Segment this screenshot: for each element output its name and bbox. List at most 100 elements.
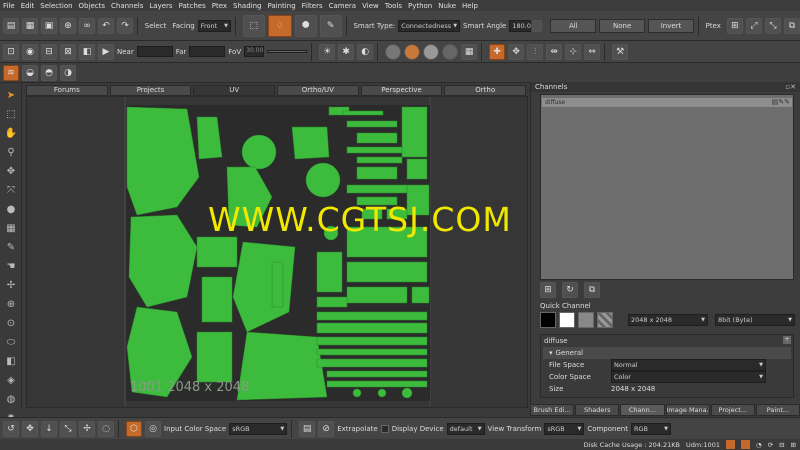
mask-icon[interactable]: ⬡ <box>126 420 142 437</box>
fill-icon[interactable]: ◈ <box>4 373 18 387</box>
pointer-icon[interactable]: ➤ <box>4 88 18 102</box>
align-icon[interactable]: ⫶ <box>527 43 544 60</box>
move-bottom-icon[interactable]: ✥ <box>22 420 38 437</box>
camera-bookmark-icon[interactable]: ▶ <box>98 43 114 60</box>
blur-icon[interactable]: ⊙ <box>4 316 18 330</box>
smudge-icon[interactable]: ☚ <box>4 259 18 273</box>
swatch-black[interactable] <box>540 312 556 328</box>
menu-shading[interactable]: Shading <box>233 2 261 10</box>
menu-channels[interactable]: Channels <box>111 2 143 10</box>
menu-camera[interactable]: Camera <box>329 2 356 10</box>
uv-viewport[interactable] <box>26 96 528 408</box>
shade-dark-icon[interactable] <box>442 43 459 60</box>
menu-python[interactable]: Python <box>408 2 432 10</box>
view-transform-select[interactable]: sRGB ▼ <box>544 422 585 435</box>
transform-toggle-icon[interactable]: ✚ <box>489 43 506 60</box>
menu-tools[interactable]: Tools <box>385 2 402 10</box>
menu-edit[interactable]: Edit <box>21 2 35 10</box>
mirror-icon[interactable]: ⇔ <box>584 43 601 60</box>
general-section-header[interactable]: ▾ General <box>543 347 791 359</box>
view-mode-icon[interactable]: ◒ <box>22 64 38 81</box>
tab-channels[interactable]: Chann... <box>620 404 665 416</box>
paint-mode-icon[interactable]: ≋ <box>3 64 19 81</box>
save-icon[interactable]: ▣ <box>41 17 57 34</box>
swatch-checker[interactable] <box>597 312 613 328</box>
lasso-select-icon[interactable]: ♢ <box>267 14 292 37</box>
channel-depth-select[interactable]: 8bit (Byte) ▼ <box>715 314 795 326</box>
status-gpu-icon[interactable] <box>740 440 750 449</box>
status-cpu-icon[interactable]: ◔ <box>756 441 762 449</box>
fov-slider[interactable] <box>267 50 308 53</box>
light-add-icon[interactable]: ✱ <box>338 43 355 60</box>
facing-select[interactable]: Front ▼ <box>197 19 231 32</box>
tab-brush-editor[interactable]: Brush Edi... <box>530 404 575 416</box>
smart-angle-slider[interactable] <box>532 19 543 32</box>
paint-through-icon[interactable]: ◐ <box>357 43 374 60</box>
extrapolate-checkbox[interactable] <box>380 424 389 433</box>
near-input[interactable] <box>136 46 173 57</box>
extrapolate-icon[interactable]: ⊘ <box>318 420 335 437</box>
menu-nuke[interactable]: Nuke <box>438 2 456 10</box>
tab-projects[interactable]: Projects <box>109 85 192 96</box>
camera-frame-icon[interactable]: ⊠ <box>60 43 76 60</box>
circle-select-icon[interactable]: ◌ <box>98 420 114 437</box>
doc-icon[interactable]: ▤ <box>299 420 316 437</box>
ptex-shrink-icon[interactable]: ⤡ <box>764 17 781 34</box>
swatch-white[interactable] <box>559 312 575 328</box>
add-channel-icon[interactable]: ⊞ <box>540 282 556 298</box>
transform-tool-icon[interactable]: ⤧ <box>4 183 18 197</box>
uv-mode-icon[interactable]: ◑ <box>60 64 76 81</box>
menu-selection[interactable]: Selection <box>40 2 72 10</box>
select-tool-icon[interactable]: ⬚ <box>4 107 18 121</box>
channel-size-select[interactable]: 2048 x 2048 ▼ <box>628 314 708 326</box>
stencil-icon[interactable]: ◎ <box>145 420 161 437</box>
tab-image-manager[interactable]: Image Mana... <box>665 404 710 416</box>
clone-icon[interactable]: ⊕ <box>4 297 18 311</box>
ptex-resize-icon[interactable]: ⧉ <box>783 17 800 34</box>
menu-view[interactable]: View <box>362 2 379 10</box>
import-icon[interactable]: ⊕ <box>60 17 76 34</box>
paint-select-icon[interactable]: ✎ <box>319 14 342 37</box>
snap-icon[interactable]: ⊹ <box>565 43 582 60</box>
camera-reset-icon[interactable]: ⊟ <box>41 43 57 60</box>
channel-row-diffuse[interactable]: diffuse <box>542 98 792 107</box>
tab-ortho[interactable]: Ortho <box>444 85 527 96</box>
tab-forums[interactable]: Forums <box>26 85 108 96</box>
drop-icon[interactable]: ● <box>4 202 18 216</box>
select-all-button[interactable]: All <box>550 18 597 33</box>
move-icon[interactable]: ✥ <box>508 43 525 60</box>
marquee-select-icon[interactable]: ⬚ <box>242 14 265 37</box>
redo-icon[interactable]: ↷ <box>117 17 133 34</box>
shade-orange-icon[interactable] <box>404 43 421 60</box>
rotate-icon[interactable]: ↺ <box>3 420 19 437</box>
menu-painting[interactable]: Painting <box>267 2 295 10</box>
ptex-expand-icon[interactable]: ⤢ <box>745 17 762 34</box>
link-icon[interactable]: ∞ <box>79 17 95 34</box>
menu-help[interactable]: Help <box>462 2 478 10</box>
eraser-icon[interactable]: ⬭ <box>4 335 18 349</box>
tab-project[interactable]: Project... <box>710 404 755 416</box>
input-color-space-select[interactable]: sRGB ▼ <box>229 422 288 435</box>
menu-patches[interactable]: Patches <box>179 2 206 10</box>
tab-ortho-uv[interactable]: Ortho/UV <box>277 85 359 96</box>
invert-selection-button[interactable]: Invert <box>648 18 694 33</box>
menu-file[interactable]: File <box>3 2 15 10</box>
shade-gray-icon[interactable] <box>385 43 402 60</box>
status-grid-icon[interactable]: ⊞ <box>791 441 796 449</box>
duplicate-channel-icon[interactable]: ⧉ <box>584 282 600 298</box>
projection-mode-icon[interactable]: ◓ <box>41 64 57 81</box>
gradient-icon[interactable]: ◧ <box>4 354 18 368</box>
panel-controls-icon[interactable]: ▫✕ <box>785 83 796 91</box>
smart-angle-input[interactable]: 180.0 <box>509 19 532 32</box>
ptex-grid-icon[interactable]: ⊞ <box>726 17 743 34</box>
camera-icon[interactable]: ◉ <box>22 43 38 60</box>
wireframe-icon[interactable]: ▦ <box>461 43 478 60</box>
zoom-icon[interactable]: ⚲ <box>4 145 18 159</box>
move-tool-icon[interactable]: ✥ <box>4 164 18 178</box>
camera-fit-icon[interactable]: ⊡ <box>3 43 19 60</box>
open-icon[interactable]: ▦ <box>22 17 38 34</box>
stamp-icon[interactable]: ◍ <box>4 392 18 406</box>
channel-row-tools-icon[interactable]: ▤✎✎ <box>772 98 790 106</box>
shade-white-icon[interactable] <box>423 43 440 60</box>
file-space-select[interactable]: Normal ▼ <box>611 359 766 371</box>
